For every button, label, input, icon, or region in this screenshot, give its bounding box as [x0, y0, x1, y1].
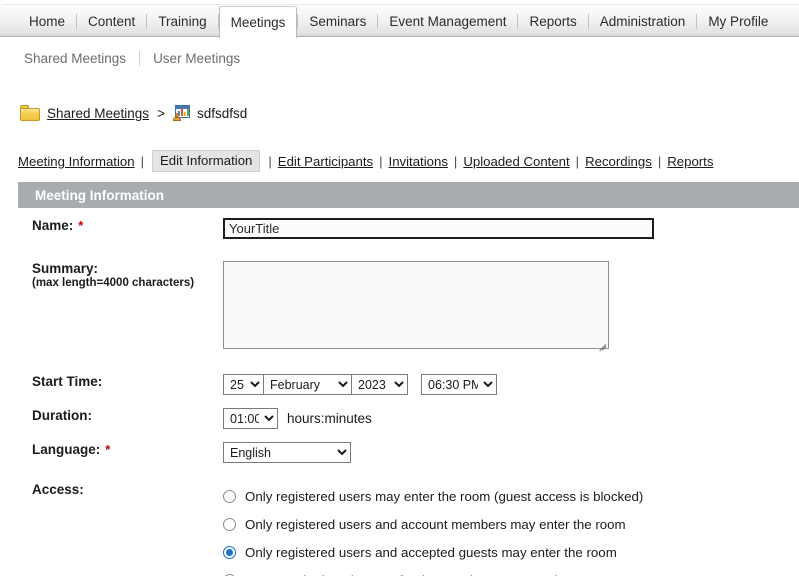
subnav-item-user-meetings[interactable]: User Meetings [153, 51, 253, 66]
form-row-access: Access: Only registered users may enter … [0, 482, 799, 576]
meeting-information-form: Name:* Summary: (max length=4000 charact… [0, 214, 799, 576]
page-tab-invitations[interactable]: Invitations [389, 154, 448, 169]
sub-navigation: Shared Meetings User Meetings [0, 38, 799, 78]
access-radio-3[interactable] [223, 545, 236, 559]
access-radio-group: Only registered users may enter the room… [223, 482, 643, 576]
page-root: Home Content Training Meetings Seminars Event… [0, 0, 799, 576]
subnav-divider [139, 50, 141, 66]
form-row-name: Name: * [0, 218, 799, 239]
main-tabs: Home Content Training Meetings Seminars Event… [18, 5, 779, 38]
name-input[interactable] [223, 218, 654, 239]
date-select-group: 25 February 2023 [223, 374, 408, 395]
language-label: Language: * [32, 442, 111, 457]
access-option[interactable]: Only registered users and account member… [223, 510, 643, 538]
main-tab-reports[interactable]: Reports [518, 5, 587, 37]
access-label: Access: [32, 482, 84, 497]
main-tab-content[interactable]: Content [77, 5, 146, 37]
start-year-select[interactable]: 2023 [351, 374, 408, 395]
duration-select[interactable]: 01:00 [223, 408, 278, 429]
page-tab-uploaded-content[interactable]: Uploaded Content [463, 154, 569, 169]
form-row-start-time: Start Time: 25 February 2023 06:30 PM [0, 374, 799, 395]
page-tab-meeting-information[interactable]: Meeting Information [18, 154, 135, 169]
name-label: Name: * [32, 218, 84, 233]
name-required-mark: * [78, 218, 84, 233]
breadcrumb-current-meeting: sdfsdfsd [196, 105, 248, 121]
summary-sub-label: (max length=4000 characters) [32, 277, 195, 289]
start-time-controls: 25 February 2023 06:30 PM [223, 374, 497, 395]
page-tab-separator: | [268, 153, 272, 169]
page-tab-recordings[interactable]: Recordings [585, 154, 652, 169]
access-option-label: Only registered users and accepted guest… [245, 544, 617, 560]
page-tab-edit-participants[interactable]: Edit Participants [278, 154, 373, 169]
summary-textarea-wrapper [223, 261, 609, 352]
breadcrumb-separator: > [157, 105, 165, 121]
page-tab-separator: | [379, 153, 383, 169]
main-tab-meetings[interactable]: Meetings [218, 6, 298, 38]
access-option-label: Only registered users may enter the room… [245, 488, 644, 504]
folder-icon [20, 105, 40, 121]
form-row-language: Language: * English [0, 442, 799, 463]
summary-textarea[interactable] [223, 261, 609, 349]
page-tab-separator: | [453, 153, 458, 169]
access-option[interactable]: Only registered users and accepted guest… [223, 538, 643, 566]
page-tab-edit-information[interactable]: Edit Information [152, 150, 261, 172]
main-tab-training[interactable]: Training [147, 5, 217, 37]
access-radio-2[interactable] [223, 517, 236, 531]
access-option[interactable]: Anyone who has the URL for the meeting c… [223, 566, 643, 576]
access-option-label: Anyone who has the URL for the meeting c… [245, 573, 603, 576]
duration-controls: 01:00 hours:minutes [223, 408, 372, 429]
page-tab-separator: | [575, 153, 580, 169]
section-header: Meeting Information [18, 182, 799, 208]
duration-label: Duration: [32, 408, 92, 423]
form-row-summary: Summary: (max length=4000 characters) [0, 261, 799, 352]
main-tab-home[interactable]: Home [18, 5, 76, 37]
breadcrumb-link-shared-meetings[interactable]: Shared Meetings [47, 106, 149, 121]
access-radio-1[interactable] [223, 489, 236, 503]
main-tab-seminars[interactable]: Seminars [298, 5, 377, 37]
language-required-mark: * [105, 442, 111, 457]
meeting-icon [172, 105, 190, 121]
access-option[interactable]: Only registered users may enter the room… [223, 482, 643, 510]
subnav-item-shared-meetings[interactable]: Shared Meetings [24, 51, 139, 66]
page-tab-separator: | [657, 153, 662, 169]
language-select[interactable]: English [223, 442, 351, 463]
meeting-section-tabs: Meeting Information | Edit Information | Edi… [18, 150, 713, 172]
start-day-select[interactable]: 25 [223, 374, 264, 395]
section-title: Meeting Information [35, 187, 164, 203]
start-month-select[interactable]: February [263, 374, 352, 395]
breadcrumb: Shared Meetings > sdfsdfsd [20, 105, 247, 121]
main-tab-my-profile[interactable]: My Profile [697, 5, 779, 37]
start-time-label: Start Time: [32, 374, 103, 389]
start-time-select[interactable]: 06:30 PM [421, 374, 497, 395]
main-tab-administration[interactable]: Administration [589, 5, 697, 37]
summary-label: Summary: (max length=4000 characters) [0, 261, 223, 349]
main-tab-event-management[interactable]: Event Management [378, 5, 517, 37]
access-option-label: Only registered users and account member… [245, 516, 626, 532]
page-tab-separator: | [140, 153, 144, 169]
duration-unit-label: hours:minutes [287, 411, 372, 426]
main-navigation-bar: Home Content Training Meetings Seminars Event… [0, 4, 799, 38]
page-tab-reports[interactable]: Reports [667, 154, 713, 169]
form-row-duration: Duration: 01:00 hours:minutes [0, 408, 799, 429]
